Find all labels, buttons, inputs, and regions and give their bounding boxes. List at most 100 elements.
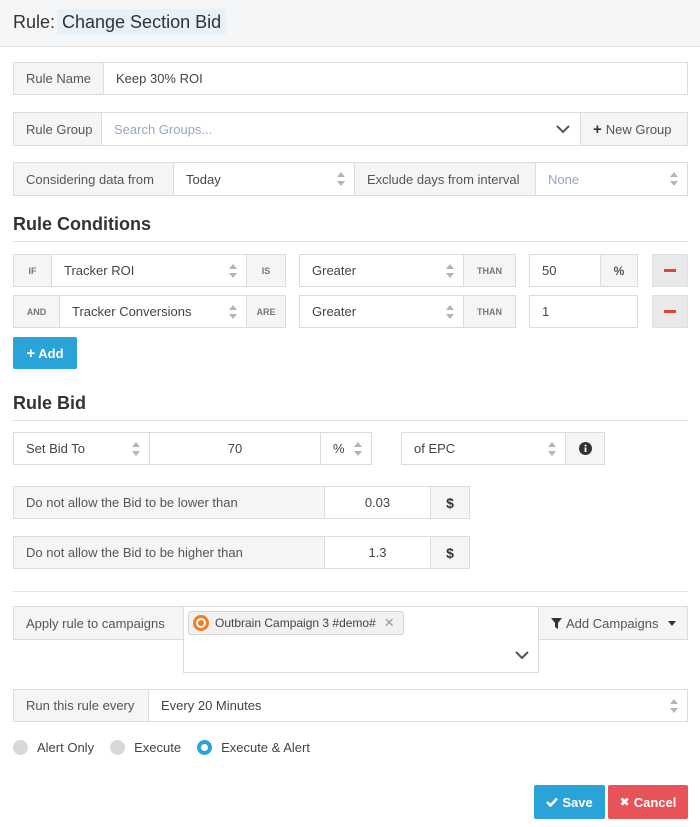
dollar-icon: $ — [446, 544, 454, 561]
interval-label: Considering data from — [13, 162, 174, 196]
condition-value-input[interactable]: 50 — [529, 254, 601, 287]
select-arrows-icon — [548, 441, 556, 456]
radio-dot[interactable] — [110, 740, 126, 755]
select-arrows-icon — [132, 441, 140, 456]
rule-title[interactable]: Change Section Bid — [57, 9, 227, 35]
bid-amount-value: 70 — [227, 441, 243, 456]
schedule-select[interactable]: Every 20 Minutes — [148, 689, 688, 722]
rule-group-label-text: Rule Group — [26, 121, 93, 137]
min-bid-currency: $ — [430, 486, 470, 519]
radio-execute[interactable]: Execute — [110, 740, 181, 755]
divider — [13, 241, 688, 242]
campaigns-label-text: Apply rule to campaigns — [26, 615, 165, 631]
remove-condition-button[interactable] — [652, 295, 688, 328]
min-bid-label-text: Do not allow the Bid to be lower than — [26, 495, 238, 510]
select-arrows-icon — [670, 172, 678, 186]
max-bid-label-text: Do not allow the Bid to be higher than — [26, 545, 243, 560]
divider — [13, 420, 688, 421]
radio-dot[interactable] — [13, 740, 28, 755]
minus-icon — [664, 310, 676, 313]
metric-value: Tracker ROI — [64, 263, 135, 278]
condition-verb: IS — [246, 254, 286, 287]
outbrain-icon — [193, 615, 209, 631]
condition-value-input[interactable]: 1 — [529, 295, 638, 328]
bid-action-select[interactable]: Set Bid To — [13, 432, 150, 465]
radio-label: Alert Only — [37, 740, 95, 755]
rule-bid-title: Rule Bid — [13, 393, 87, 413]
max-bid-label: Do not allow the Bid to be higher than — [13, 536, 325, 569]
select-arrows-icon — [670, 698, 678, 713]
remove-condition-button[interactable] — [652, 254, 688, 287]
condition-unit: % — [600, 254, 638, 287]
select-arrows-icon — [446, 263, 454, 278]
add-condition-label: Add — [38, 345, 64, 361]
operator-value: Greater — [312, 263, 357, 278]
select-arrows-icon — [446, 304, 454, 319]
add-campaigns-button[interactable]: Add Campaigns — [538, 606, 688, 640]
cancel-button[interactable]: ✖ Cancel — [608, 785, 688, 819]
bid-unit-select[interactable]: % — [320, 432, 372, 465]
condition-operator-select[interactable]: Greater — [299, 254, 464, 287]
header-label: Rule: — [13, 12, 56, 32]
bid-reference-select[interactable]: of EPC — [401, 432, 566, 465]
radio-label: Execute & Alert — [221, 740, 310, 755]
select-arrows-icon — [229, 263, 237, 278]
caret-down-icon — [667, 620, 676, 626]
bid-amount-input[interactable]: 70 — [149, 432, 321, 465]
interval-value: Today — [186, 171, 221, 187]
new-group-label: New Group — [605, 121, 672, 137]
max-bid-input[interactable]: 1.3 — [324, 536, 431, 569]
modal-header: Rule: Change Section Bid — [0, 0, 700, 47]
rule-name-input[interactable]: Keep 30% ROI — [103, 62, 688, 95]
verb-text: IS — [261, 265, 271, 276]
plus-icon: + — [593, 120, 602, 138]
save-label: Save — [562, 794, 593, 810]
max-bid-value: 1.3 — [368, 545, 387, 560]
bid-reference-value: of EPC — [414, 441, 456, 456]
condition-verb: ARE — [246, 295, 286, 328]
schedule-label: Run this rule every — [13, 689, 149, 722]
exclude-days-label: Exclude days from interval — [354, 162, 536, 196]
exclude-days-value: None — [548, 171, 580, 187]
add-campaigns-label: Add Campaigns — [566, 615, 659, 631]
condition-value: 50 — [542, 263, 557, 278]
unit-text: % — [613, 263, 625, 278]
dollar-icon: $ — [446, 494, 454, 511]
radio-alert-only[interactable]: Alert Only — [13, 740, 94, 755]
save-button[interactable]: Save — [534, 785, 605, 819]
radio-dot[interactable] — [197, 740, 213, 755]
metric-value: Tracker Conversions — [72, 304, 192, 319]
min-bid-input[interactable]: 0.03 — [324, 486, 431, 519]
add-condition-button[interactable]: + Add — [13, 337, 77, 369]
rule-group-search[interactable]: Search Groups... — [101, 112, 581, 146]
rule-name-label-text: Rule Name — [26, 71, 92, 86]
radio-execute-and-alert[interactable]: Execute & Alert — [197, 740, 310, 755]
rule-group-placeholder: Search Groups... — [114, 121, 213, 137]
interval-select[interactable]: Today — [173, 162, 355, 196]
campaign-tag: Outbrain Campaign 3 #demo# ✕ — [188, 611, 404, 635]
chevron-down-icon[interactable] — [515, 651, 529, 660]
condition-operator-select[interactable]: Greater — [299, 295, 464, 328]
check-icon — [546, 797, 559, 807]
condition-metric-select[interactable]: Tracker Conversions — [59, 295, 247, 328]
exclude-days-select[interactable]: None — [535, 162, 688, 196]
minus-icon — [664, 269, 676, 272]
campaigns-label: Apply rule to campaigns — [13, 606, 184, 640]
condition-metric-select[interactable]: Tracker ROI — [51, 254, 247, 287]
plus-icon: + — [26, 344, 36, 362]
min-bid-value: 0.03 — [364, 495, 391, 510]
select-arrows-icon — [337, 172, 345, 186]
max-bid-currency: $ — [430, 536, 470, 569]
chevron-down-icon[interactable] — [556, 125, 570, 134]
radio-label: Execute — [134, 740, 182, 755]
rule-conditions-title: Rule Conditions — [13, 214, 151, 234]
rule-name-label: Rule Name — [13, 62, 104, 95]
select-arrows-icon — [229, 304, 237, 319]
mode-radio-group: Alert Only Execute Execute & Alert — [13, 740, 326, 755]
condition-than: THAN — [463, 254, 516, 287]
close-icon[interactable]: ✕ — [384, 615, 395, 631]
verb-text: ARE — [256, 306, 276, 317]
bid-info-button[interactable] — [565, 432, 605, 465]
new-group-button[interactable]: + New Group — [580, 112, 688, 146]
select-arrows-icon — [354, 441, 362, 456]
